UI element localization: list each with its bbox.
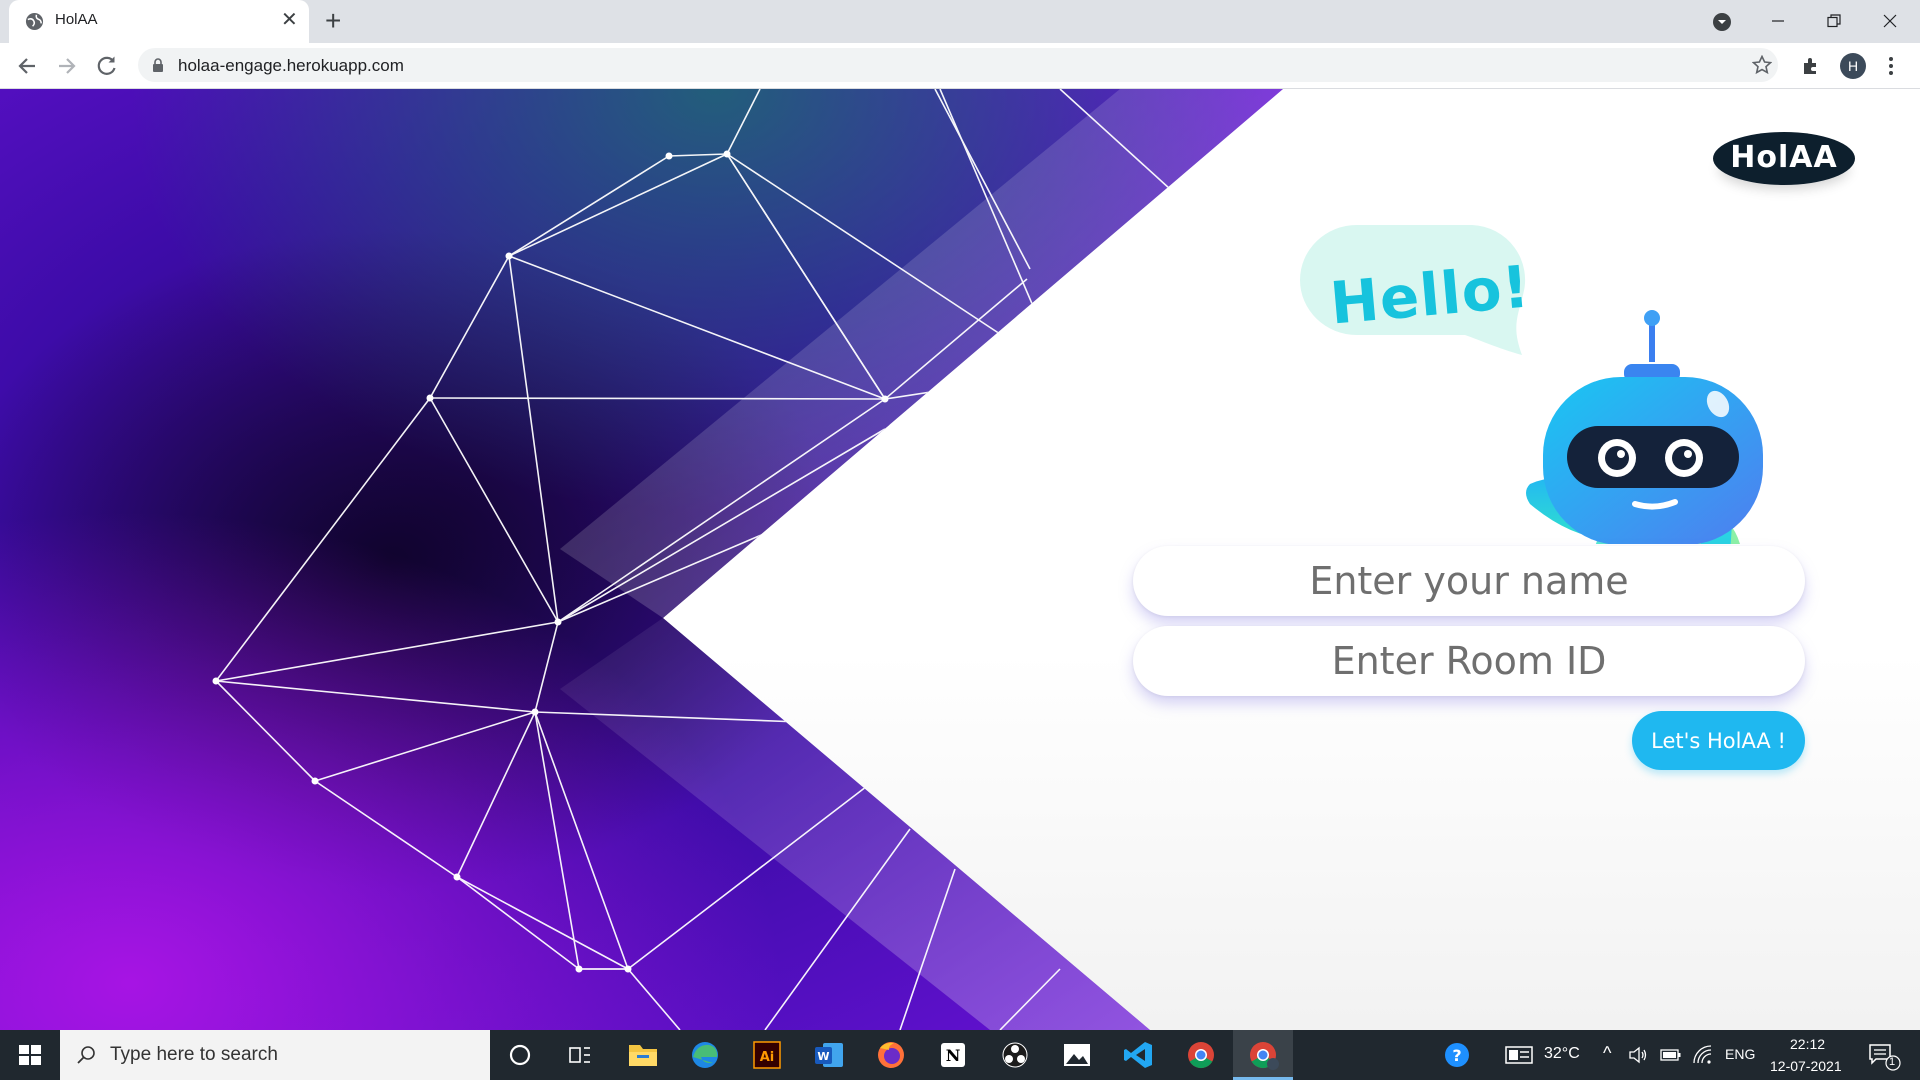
notion-icon[interactable]: N: [923, 1030, 983, 1080]
logo-text: HolAA: [1730, 140, 1838, 175]
svg-text:Ai: Ai: [760, 1050, 775, 1065]
wifi-icon[interactable]: [1692, 1045, 1714, 1065]
word-icon[interactable]: W: [799, 1030, 859, 1080]
back-arrow-icon[interactable]: [12, 51, 42, 81]
minimize-icon: [1772, 20, 1784, 22]
browser-tab-active[interactable]: HolAA ✕: [9, 0, 309, 43]
edge-icon[interactable]: [675, 1030, 735, 1080]
extensions-icon[interactable]: [1800, 55, 1822, 77]
browser-tabstrip: HolAA ✕ +: [0, 0, 1920, 43]
illustrator-icon[interactable]: Ai: [737, 1030, 797, 1080]
svg-text:?: ?: [1452, 1046, 1461, 1065]
volume-icon[interactable]: [1628, 1046, 1648, 1064]
chrome-icon[interactable]: [1171, 1030, 1231, 1080]
address-bar[interactable]: holaa-engage.herokuapp.com: [138, 48, 1778, 82]
tab-search-icon[interactable]: [1712, 12, 1732, 32]
svg-text:N: N: [946, 1046, 961, 1065]
tab-title: HolAA: [55, 11, 98, 28]
task-view-icon[interactable]: [550, 1030, 610, 1080]
vscode-icon[interactable]: [1109, 1030, 1169, 1080]
weather-temperature[interactable]: 32°C: [1544, 1045, 1580, 1063]
url-text: holaa-engage.herokuapp.com: [178, 56, 404, 75]
clock-time[interactable]: 22:12: [1790, 1036, 1825, 1052]
weather-icon[interactable]: [1505, 1045, 1533, 1065]
forward-arrow-icon[interactable]: [52, 51, 82, 81]
search-placeholder: Type here to search: [110, 1044, 278, 1065]
lock-icon: [153, 58, 163, 72]
profile-avatar[interactable]: H: [1840, 53, 1866, 79]
file-explorer-icon[interactable]: [613, 1030, 673, 1080]
windows-taskbar: Type here to search Ai W N ? 32°C ^ ENG …: [0, 1030, 1920, 1080]
taskbar-search-box[interactable]: Type here to search: [60, 1030, 490, 1080]
name-input[interactable]: [1133, 546, 1805, 616]
reload-icon[interactable]: [92, 51, 122, 81]
photos-icon[interactable]: [1047, 1030, 1107, 1080]
firefox-icon[interactable]: [861, 1030, 921, 1080]
holaa-logo: HolAA: [1713, 132, 1855, 185]
windows-start-icon[interactable]: [0, 1030, 60, 1080]
kebab-menu-icon[interactable]: [1887, 55, 1895, 77]
cortana-icon[interactable]: [490, 1030, 550, 1080]
minimize-button[interactable]: [1750, 0, 1806, 43]
restore-icon: [1827, 14, 1841, 28]
battery-icon[interactable]: [1660, 1048, 1682, 1062]
clock-date[interactable]: 12-07-2021: [1770, 1058, 1842, 1074]
obs-icon[interactable]: [985, 1030, 1045, 1080]
robot-mascot-icon: [1526, 310, 1763, 544]
plus-icon[interactable]: +: [325, 6, 341, 36]
lets-holaa-button[interactable]: Let's HolAA !: [1632, 711, 1805, 770]
browser-toolbar: holaa-engage.herokuapp.com H: [0, 43, 1920, 89]
close-icon: [1883, 14, 1897, 28]
search-icon: [77, 1046, 95, 1064]
notification-icon[interactable]: [1868, 1043, 1902, 1071]
bookmark-star-icon[interactable]: [1752, 55, 1772, 75]
notification-count: 1: [1889, 1056, 1896, 1068]
restore-button[interactable]: [1806, 0, 1862, 43]
language-indicator[interactable]: ENG: [1725, 1046, 1755, 1062]
close-tab-icon[interactable]: ✕: [281, 9, 298, 31]
room-id-input[interactable]: [1133, 626, 1805, 696]
close-window-button[interactable]: [1862, 0, 1918, 43]
chevron-up-icon[interactable]: ^: [1603, 1043, 1611, 1064]
help-icon[interactable]: ?: [1444, 1042, 1470, 1068]
svg-text:W: W: [817, 1050, 829, 1063]
page-viewport: HolAA Hello! Enter your name Enter Room …: [0, 89, 1920, 1030]
globe-icon: [25, 12, 44, 31]
chrome-profile-icon[interactable]: [1233, 1030, 1293, 1080]
